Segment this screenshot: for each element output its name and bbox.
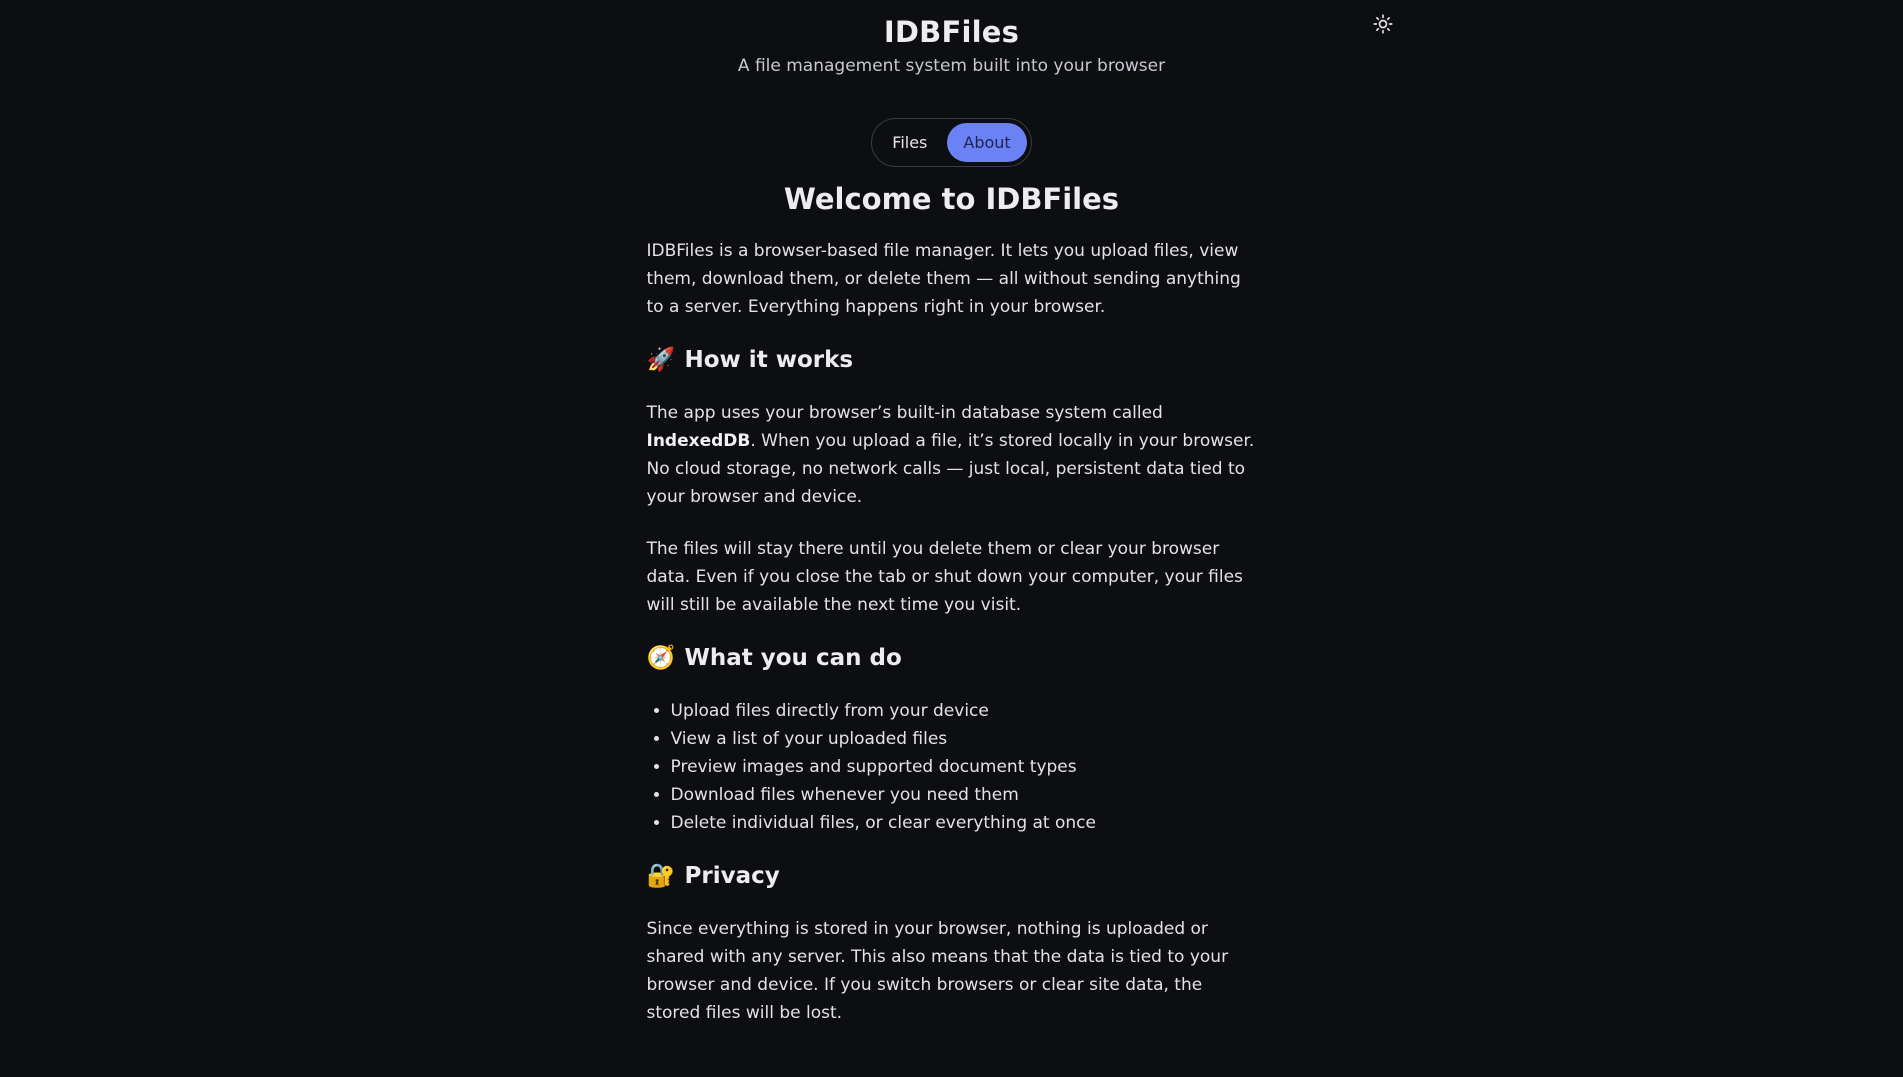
indexeddb-strong: IndexedDB	[646, 431, 751, 451]
text: The app uses your browser’s built-in dat…	[646, 403, 1163, 423]
about-content: Welcome to IDBFiles IDBFiles is a browse…	[647, 181, 1257, 1027]
section-heading-how-it-works: 🚀 How it works	[647, 345, 1257, 375]
tab-group: Files About	[871, 118, 1032, 167]
list-item: Delete individual files, or clear everyt…	[671, 809, 1257, 837]
theme-toggle-button[interactable]	[1370, 11, 1396, 37]
page-title: Welcome to IDBFiles	[783, 182, 1120, 216]
sun-icon	[1373, 14, 1393, 34]
tab-bar: Files About	[0, 118, 1903, 167]
how-it-works-paragraph-2: The files will stay there until you dele…	[646, 539, 1243, 615]
section-heading-label: What you can do	[684, 645, 902, 671]
tab-about[interactable]: About	[947, 123, 1027, 162]
features-list: Upload files directly from your device V…	[647, 697, 1257, 837]
section-heading-label: How it works	[684, 347, 854, 373]
compass-icon: 🧭	[646, 645, 676, 671]
privacy-paragraph: Since everything is stored in your brows…	[646, 919, 1229, 1023]
app-header: IDBFiles A file management system built …	[0, 0, 1903, 76]
tab-files[interactable]: Files	[876, 123, 943, 162]
section-heading-label: Privacy	[684, 863, 780, 889]
section-heading-what-you-can-do: 🧭 What you can do	[647, 643, 1257, 673]
page: IDBFiles A file management system built …	[0, 0, 1903, 1077]
rocket-icon: 🚀	[646, 347, 676, 373]
intro-paragraph: IDBFiles is a browser-based file manager…	[646, 241, 1241, 317]
section-heading-privacy: 🔐 Privacy	[647, 861, 1257, 891]
how-it-works-paragraph-1: The app uses your browser’s built-in dat…	[647, 399, 1257, 511]
list-item: Upload files directly from your device	[671, 697, 1257, 725]
lock-icon: 🔐	[646, 863, 676, 889]
list-item: View a list of your uploaded files	[671, 725, 1257, 753]
app-subtitle: A file management system built into your…	[737, 56, 1166, 76]
app-title: IDBFiles	[883, 15, 1020, 49]
list-item: Preview images and supported document ty…	[671, 753, 1257, 781]
list-item: Download files whenever you need them	[671, 781, 1257, 809]
